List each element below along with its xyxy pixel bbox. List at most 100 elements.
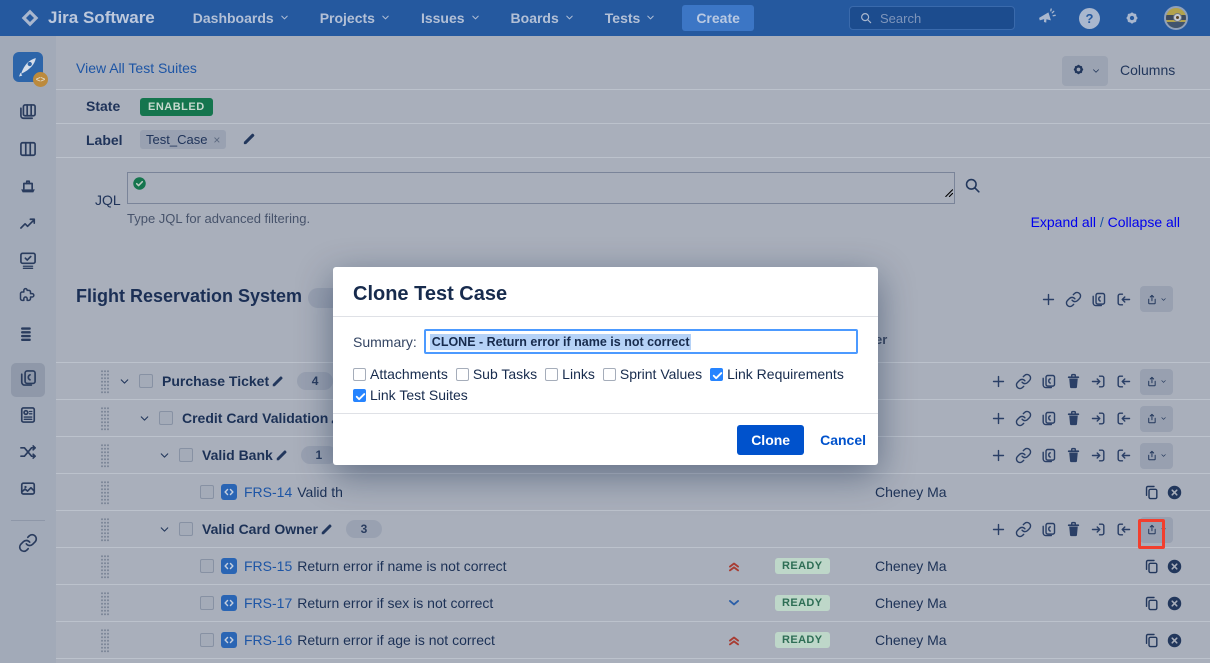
delete-trash-icon[interactable] (1065, 447, 1082, 464)
clone-test-case-icon[interactable] (1143, 632, 1160, 649)
gear-icon[interactable] (1122, 8, 1142, 28)
move-in-icon[interactable] (1090, 410, 1107, 427)
checkbox-checked[interactable] (353, 389, 366, 402)
edit-suite-pencil-icon[interactable] (275, 448, 289, 462)
expand-all-link[interactable]: Expand all (1031, 214, 1096, 230)
clone-option-links[interactable]: Links (545, 366, 595, 382)
delete-trash-icon[interactable] (1065, 521, 1082, 538)
row-checkbox[interactable] (139, 374, 153, 388)
edit-suite-pencil-icon[interactable] (271, 374, 285, 388)
export-icon[interactable] (1115, 521, 1132, 538)
link-icon[interactable] (1015, 373, 1032, 390)
nav-item-issues[interactable]: Issues (421, 10, 481, 26)
collapse-chevron-icon[interactable] (158, 523, 171, 536)
checkbox-unchecked[interactable] (545, 368, 558, 381)
project-avatar[interactable]: <> (13, 52, 43, 82)
add-icon[interactable] (990, 410, 1007, 427)
move-in-icon[interactable] (1090, 521, 1107, 538)
export-share-dropdown-button[interactable] (1140, 406, 1173, 432)
export-icon[interactable] (1115, 291, 1132, 308)
nav-item-tests[interactable]: Tests (605, 10, 657, 26)
remove-icon[interactable] (1166, 595, 1183, 612)
columns-button[interactable]: Columns (1120, 62, 1175, 78)
drag-handle-icon[interactable] (100, 480, 110, 505)
clone-option-sprint-values[interactable]: Sprint Values (603, 366, 702, 382)
clone-test-case-icon[interactable] (1143, 595, 1160, 612)
export-share-dropdown-button[interactable] (1140, 286, 1173, 312)
help-icon[interactable]: ? (1079, 8, 1100, 29)
view-all-test-suites-link[interactable]: View All Test Suites (76, 60, 197, 76)
settings-dropdown-button[interactable] (1062, 56, 1108, 86)
nav-item-boards[interactable]: Boards (511, 10, 575, 26)
clone-option-link-test-suites[interactable]: Link Test Suites (353, 387, 468, 403)
add-icon[interactable] (1040, 291, 1057, 308)
checkbox-unchecked[interactable] (456, 368, 469, 381)
issue-key-link[interactable]: FRS-16 (244, 632, 292, 648)
export-icon[interactable] (1115, 447, 1132, 464)
add-icon[interactable] (990, 521, 1007, 538)
remove-icon[interactable] (1166, 632, 1183, 649)
sidebar-item-test-suites-pages-icon[interactable] (11, 363, 45, 397)
row-checkbox[interactable] (179, 522, 193, 536)
sidebar-item-reports-chart-icon[interactable] (18, 215, 38, 235)
row-checkbox[interactable] (200, 485, 214, 499)
row-checkbox[interactable] (200, 633, 214, 647)
announcements-megaphone-icon[interactable] (1037, 8, 1057, 28)
drag-handle-icon[interactable] (100, 628, 110, 653)
clone-suite-icon[interactable] (1040, 447, 1057, 464)
checkbox-unchecked[interactable] (353, 368, 366, 381)
clone-option-attachments[interactable]: Attachments (353, 366, 448, 382)
issue-key-link[interactable]: FRS-17 (244, 595, 292, 611)
nav-item-projects[interactable]: Projects (320, 10, 391, 26)
move-in-icon[interactable] (1090, 373, 1107, 390)
drag-handle-icon[interactable] (100, 406, 110, 431)
clone-option-sub-tasks[interactable]: Sub Tasks (456, 366, 537, 382)
add-icon[interactable] (990, 447, 1007, 464)
sidebar-item-releases-ship-icon[interactable] (18, 178, 38, 198)
sidebar-item-board-icon[interactable] (18, 141, 38, 161)
jira-logo[interactable]: Jira Software (20, 8, 155, 28)
row-checkbox[interactable] (179, 448, 193, 462)
collapse-chevron-icon[interactable] (118, 375, 131, 388)
checkbox-unchecked[interactable] (603, 368, 616, 381)
remove-icon[interactable] (1166, 484, 1183, 501)
sidebar-item-structure-list-icon[interactable] (18, 326, 38, 346)
sidebar-item-test-plan-monitor-icon[interactable] (18, 252, 38, 272)
sidebar-item-link-icon[interactable] (18, 535, 38, 555)
link-icon[interactable] (1015, 410, 1032, 427)
sidebar-item-backlog-icon[interactable] (18, 104, 38, 124)
checkbox-checked[interactable] (710, 368, 723, 381)
drag-handle-icon[interactable] (100, 591, 110, 616)
drag-handle-icon[interactable] (100, 554, 110, 579)
remove-label-icon[interactable]: × (213, 133, 220, 147)
nav-item-dashboards[interactable]: Dashboards (193, 10, 290, 26)
clone-option-link-requirements[interactable]: Link Requirements (710, 366, 844, 382)
collapse-all-link[interactable]: Collapse all (1108, 214, 1180, 230)
summary-input[interactable]: CLONE - Return error if name is not corr… (424, 329, 858, 354)
delete-trash-icon[interactable] (1065, 373, 1082, 390)
remove-icon[interactable] (1166, 558, 1183, 575)
drag-handle-icon[interactable] (100, 443, 110, 468)
export-icon[interactable] (1115, 410, 1132, 427)
drag-handle-icon[interactable] (100, 517, 110, 542)
clone-suite-icon[interactable] (1090, 291, 1107, 308)
resize-handle[interactable] (944, 184, 953, 202)
export-share-dropdown-button[interactable] (1140, 443, 1173, 469)
sidebar-item-addons-puzzle-icon[interactable] (18, 289, 38, 309)
jql-search-icon[interactable] (963, 176, 982, 200)
clone-test-case-icon[interactable] (1143, 484, 1160, 501)
search-input[interactable]: Search (849, 6, 1015, 30)
drag-handle-icon[interactable] (100, 369, 110, 394)
link-icon[interactable] (1015, 447, 1032, 464)
collapse-chevron-icon[interactable] (138, 412, 151, 425)
delete-trash-icon[interactable] (1065, 410, 1082, 427)
move-in-icon[interactable] (1090, 447, 1107, 464)
issue-key-link[interactable]: FRS-14 (244, 484, 292, 500)
clone-suite-icon[interactable] (1040, 410, 1057, 427)
clone-button[interactable]: Clone (737, 425, 804, 455)
row-checkbox[interactable] (159, 411, 173, 425)
sidebar-item-gallery-image-icon[interactable] (18, 481, 38, 501)
edit-suite-pencil-icon[interactable] (320, 522, 334, 536)
row-checkbox[interactable] (200, 596, 214, 610)
issue-key-link[interactable]: FRS-15 (244, 558, 292, 574)
